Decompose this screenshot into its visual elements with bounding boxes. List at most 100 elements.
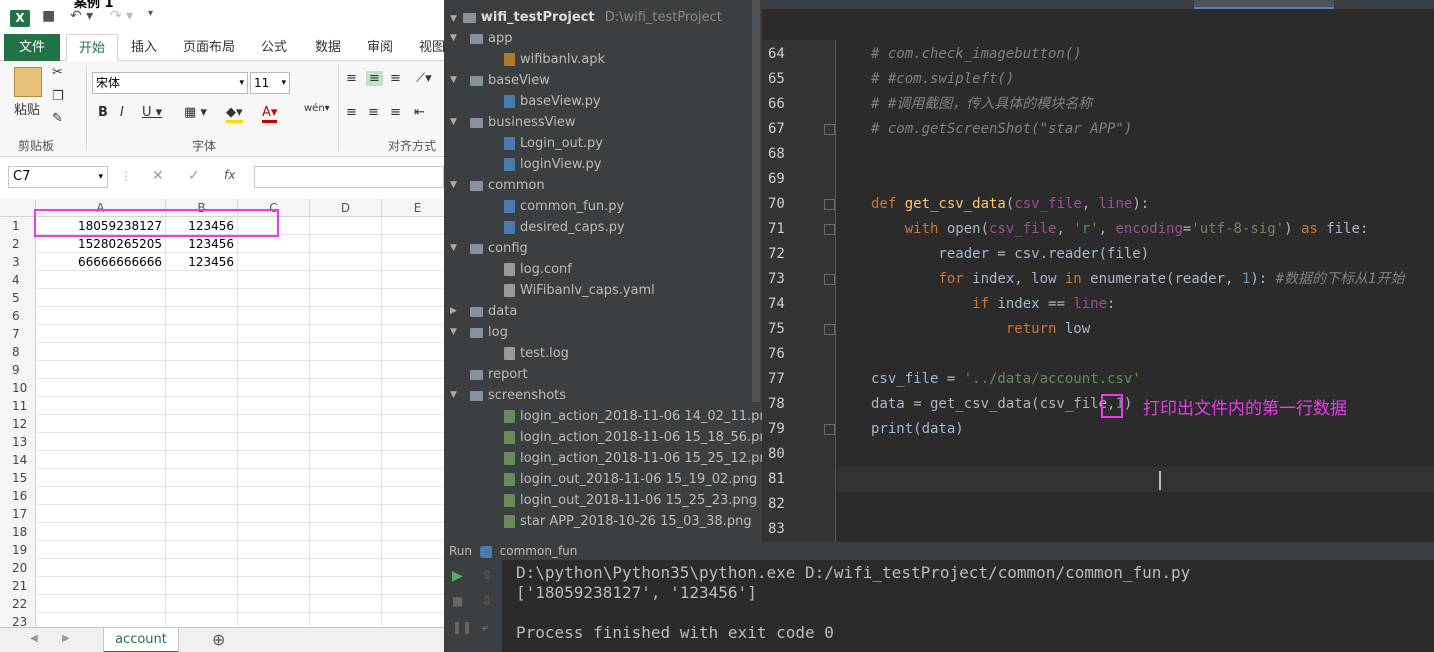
cell[interactable]: 123456 xyxy=(166,235,238,253)
row-number[interactable]: 12 xyxy=(0,415,36,433)
fold-marker-icon[interactable] xyxy=(824,274,835,285)
cell[interactable] xyxy=(382,289,444,307)
row-number[interactable]: 11 xyxy=(0,397,36,415)
cell[interactable] xyxy=(36,595,166,613)
row-number[interactable]: 7 xyxy=(0,325,36,343)
add-sheet-icon[interactable]: ⊕ xyxy=(212,630,225,649)
tree-folder[interactable]: ▼ app xyxy=(450,28,512,49)
tab-file[interactable]: 文件 xyxy=(4,34,60,61)
borders-icon[interactable]: ▦ ▾ xyxy=(184,105,207,120)
select-all-corner[interactable] xyxy=(0,199,36,217)
cell[interactable] xyxy=(238,379,310,397)
align-center-icon[interactable]: ≡ xyxy=(368,105,379,120)
row-number[interactable]: 22 xyxy=(0,595,36,613)
tree-folder[interactable]: report xyxy=(470,364,528,385)
cell[interactable] xyxy=(36,433,166,451)
tree-file[interactable]: login_out_2018-11-06 15_19_02.png xyxy=(504,469,757,490)
tree-file[interactable]: loginView.py xyxy=(504,154,601,175)
cell[interactable] xyxy=(36,505,166,523)
cell[interactable] xyxy=(382,505,444,523)
cell[interactable] xyxy=(310,343,382,361)
tree-file[interactable]: wifibanlv.apk xyxy=(504,49,605,70)
cell[interactable] xyxy=(166,541,238,559)
cell[interactable] xyxy=(382,325,444,343)
active-editor-tab[interactable] xyxy=(1194,0,1334,9)
sheet-tab-account[interactable]: account xyxy=(103,628,179,652)
project-root[interactable]: ▼ wifi_testProject D:\wifi_testProject xyxy=(450,7,722,28)
paste-button[interactable]: 粘贴 xyxy=(14,99,40,118)
row-number[interactable]: 1 xyxy=(0,217,36,235)
copy-icon[interactable]: ❐ xyxy=(52,89,64,104)
cell[interactable] xyxy=(238,343,310,361)
cell[interactable] xyxy=(382,379,444,397)
cell[interactable] xyxy=(36,523,166,541)
tree-folder[interactable]: ▼ config xyxy=(450,238,528,259)
cell[interactable] xyxy=(310,433,382,451)
cell[interactable] xyxy=(36,325,166,343)
run-console[interactable]: ▶ ⇧ ■ ⇩ ❚❚ ⤶ D:\python\Python35\python.e… xyxy=(444,560,1434,652)
tree-file[interactable]: login_action_2018-11-06 15_18_56.png xyxy=(504,427,762,448)
row-number[interactable]: 10 xyxy=(0,379,36,397)
cell[interactable] xyxy=(238,505,310,523)
cell[interactable] xyxy=(310,397,382,415)
cell[interactable] xyxy=(310,451,382,469)
cell[interactable] xyxy=(382,343,444,361)
tab-page-layout[interactable]: 页面布局 xyxy=(178,34,240,61)
cell[interactable] xyxy=(382,541,444,559)
tree-file[interactable]: login_out_2018-11-06 15_25_23.png xyxy=(504,490,757,511)
row-number[interactable]: 13 xyxy=(0,433,36,451)
tree-folder[interactable]: ▼ screenshots xyxy=(450,385,566,406)
underline-icon[interactable]: U ▾ xyxy=(142,105,162,120)
cell[interactable] xyxy=(166,451,238,469)
formula-input[interactable] xyxy=(254,166,444,188)
row-number[interactable]: 16 xyxy=(0,487,36,505)
cell[interactable] xyxy=(382,487,444,505)
tab-review[interactable]: 审阅 xyxy=(360,34,400,61)
cell[interactable] xyxy=(238,253,310,271)
cell[interactable] xyxy=(166,361,238,379)
cell[interactable] xyxy=(382,397,444,415)
cell[interactable] xyxy=(166,523,238,541)
cell[interactable] xyxy=(166,307,238,325)
chevron-down-icon[interactable]: ▼ xyxy=(450,238,457,259)
cell[interactable] xyxy=(166,415,238,433)
rerun-icon[interactable]: ▶ xyxy=(452,568,463,584)
cell[interactable] xyxy=(382,271,444,289)
cell[interactable] xyxy=(310,253,382,271)
cell[interactable] xyxy=(238,235,310,253)
row-number[interactable]: 20 xyxy=(0,559,36,577)
cell[interactable] xyxy=(36,343,166,361)
indent-icon[interactable]: ⇤ xyxy=(414,105,425,120)
format-painter-icon[interactable]: ✎ xyxy=(52,111,63,126)
cut-icon[interactable]: ✂ xyxy=(52,65,63,80)
chevron-down-icon[interactable]: ▼ xyxy=(450,28,457,49)
row-number[interactable]: 17 xyxy=(0,505,36,523)
spreadsheet-grid[interactable]: A B C D E 1 18059238127 123456 2 15280265205… xyxy=(0,199,444,631)
stop-icon[interactable]: ■ xyxy=(452,594,463,608)
tree-file[interactable]: star APP_2018-10-26 15_03_38.png xyxy=(504,511,752,532)
cell[interactable] xyxy=(238,325,310,343)
cell[interactable] xyxy=(166,343,238,361)
fill-color-icon[interactable]: ◆▾ xyxy=(226,105,243,123)
column-header[interactable]: E xyxy=(382,199,444,217)
cell[interactable] xyxy=(310,217,382,235)
cell[interactable] xyxy=(36,577,166,595)
cell[interactable] xyxy=(382,307,444,325)
cell[interactable] xyxy=(382,433,444,451)
tree-file[interactable]: login_action_2018-11-06 15_25_12.png xyxy=(504,448,762,469)
align-middle-icon[interactable]: ≡ xyxy=(366,71,383,86)
row-number[interactable]: 4 xyxy=(0,271,36,289)
cell[interactable] xyxy=(382,361,444,379)
tree-folder[interactable]: ▼ common xyxy=(450,175,545,196)
cell[interactable] xyxy=(310,487,382,505)
tab-data[interactable]: 数据 xyxy=(308,34,348,61)
pause-icon[interactable]: ❚❚ xyxy=(452,620,472,634)
enter-icon[interactable]: ✓ xyxy=(188,168,200,184)
row-number[interactable]: 6 xyxy=(0,307,36,325)
align-right-icon[interactable]: ≡ xyxy=(390,105,401,120)
cell[interactable] xyxy=(382,523,444,541)
cell[interactable] xyxy=(310,559,382,577)
cell[interactable] xyxy=(310,289,382,307)
cell[interactable] xyxy=(310,325,382,343)
cell[interactable] xyxy=(238,361,310,379)
